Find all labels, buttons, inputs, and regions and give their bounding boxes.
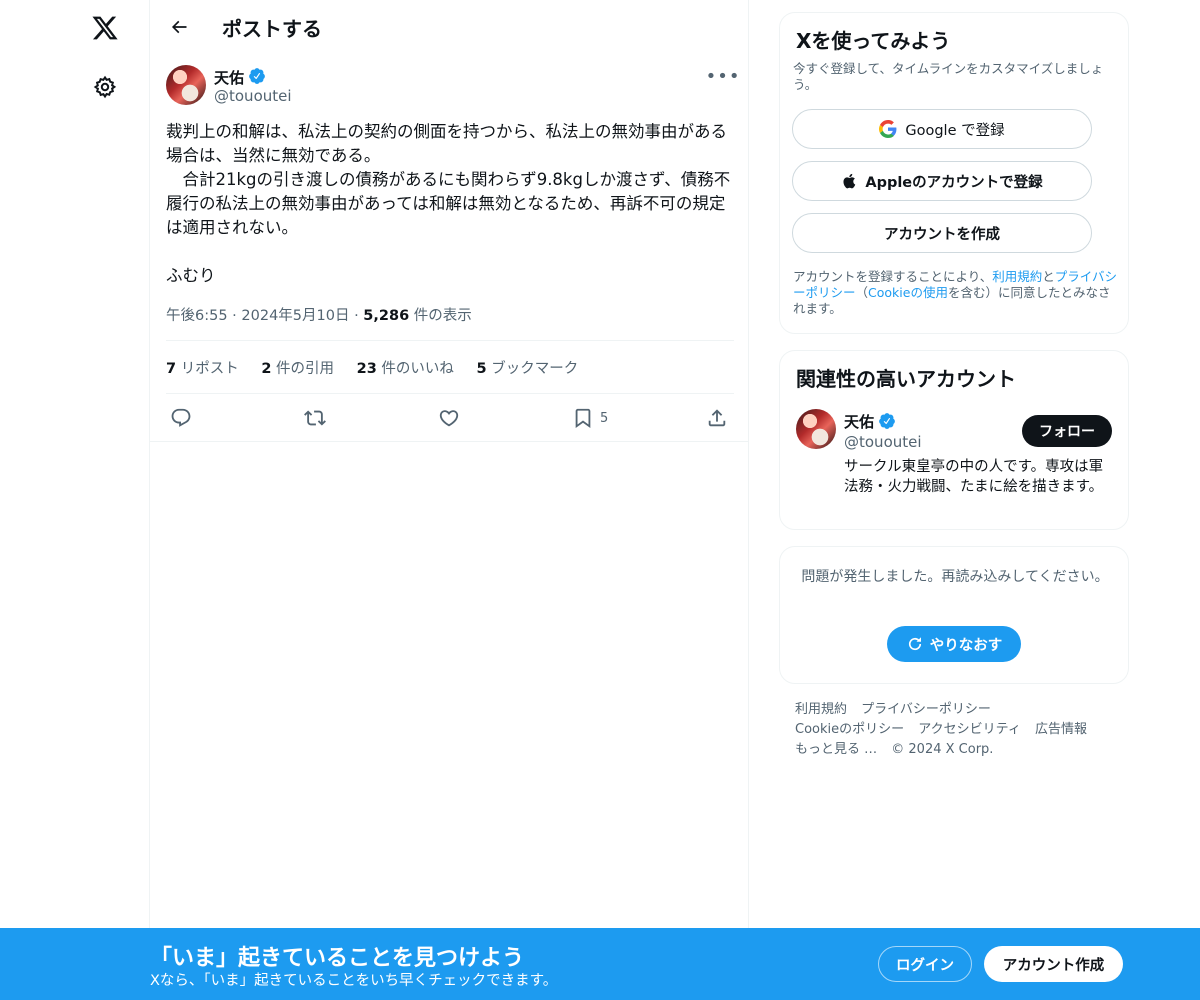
divider — [150, 441, 749, 442]
left-navigation — [0, 0, 150, 1000]
bookmark-icon[interactable]: 5 — [572, 402, 608, 434]
divider — [166, 340, 734, 341]
views-count: 5,286 — [363, 308, 410, 324]
signup-button[interactable]: アカウント作成 — [984, 946, 1123, 982]
bookmark-action-count: 5 — [600, 410, 609, 426]
login-button[interactable]: ログイン — [878, 946, 972, 982]
related-accounts-card: 関連性の高いアカウント 天佑 @tououtei フォロー サークル東皇亭の中の… — [779, 350, 1129, 530]
bookmarks-stat[interactable]: 5 ブックマーク — [477, 361, 579, 377]
footer-cookie-link[interactable]: Cookieのポリシー — [795, 722, 904, 737]
cookie-link[interactable]: Cookieの使用 — [868, 285, 948, 300]
post-header: ポストする — [150, 0, 749, 53]
footer-ads-link[interactable]: 広告情報 — [1035, 722, 1087, 737]
page-title: ポストする — [222, 17, 322, 41]
apple-signup-button[interactable]: Appleのアカウントで登録 — [792, 161, 1092, 201]
related-account-handle[interactable]: @tououtei — [844, 433, 922, 451]
footer-links: 利用規約 プライバシーポリシー Cookieのポリシー アクセシビリティ 広告情… — [795, 700, 1115, 760]
apple-icon — [843, 173, 856, 189]
banner-title: 「いま」起きていることを見つけよう — [150, 946, 525, 971]
legal-text: アカウントを登録することにより、利用規約とプライバシーポリシー（Cookieの使… — [793, 269, 1118, 316]
tweet-text: 裁判上の和解は、私法上の契約の側面を持つから、私法上の無効事由がある場合は、当然… — [166, 122, 731, 285]
meta-separator: · — [232, 308, 237, 324]
tweet-stats: 7 リポスト 2 件の引用 23 件のいいね 5 ブックマーク — [166, 357, 596, 378]
tweet-time[interactable]: 午後6:55 — [166, 308, 228, 324]
create-account-button[interactable]: アカウントを作成 — [792, 213, 1092, 253]
author-name[interactable]: 天佑 — [214, 67, 244, 88]
views-label: 件の表示 — [413, 308, 472, 324]
related-card-title: 関連性の高いアカウント — [796, 367, 1016, 391]
avatar[interactable] — [166, 65, 206, 105]
tweet-author-row: 天佑 @tououtei ••• — [166, 64, 739, 108]
share-icon[interactable] — [706, 402, 728, 434]
signup-card: Xを使ってみよう 今すぐ登録して、タイムラインをカスタマイズしましょう。 Goo… — [779, 12, 1129, 334]
apple-signup-label: Appleのアカウントで登録 — [865, 174, 1043, 191]
footer-accessibility-link[interactable]: アクセシビリティ — [918, 722, 1021, 737]
like-icon[interactable] — [438, 402, 460, 434]
divider — [166, 393, 734, 394]
meta-separator: · — [354, 308, 359, 324]
quotes-stat[interactable]: 2 件の引用 — [261, 361, 334, 377]
tweet-meta: 午後6:55 · 2024年5月10日 · 5,286 件の表示 — [166, 304, 472, 325]
x-logo-icon[interactable] — [84, 7, 126, 49]
footer-terms-link[interactable]: 利用規約 — [795, 702, 847, 717]
signup-card-title: Xを使ってみよう — [796, 29, 951, 53]
error-card: 問題が発生しました。再読み込みしてください。 やりなおす — [779, 546, 1129, 684]
tweet-actions: 5 — [166, 402, 734, 434]
google-signup-button[interactable]: Google で登録 — [792, 109, 1092, 149]
footer-privacy-link[interactable]: プライバシーポリシー — [861, 702, 991, 717]
tweet-date[interactable]: 2024年5月10日 — [241, 308, 349, 324]
google-signup-label: Google で登録 — [905, 122, 1005, 139]
main-column: ポストする 天佑 @tououtei ••• 裁判上の和解は、私法上の契約の側面… — [150, 0, 749, 930]
refresh-icon — [908, 637, 921, 651]
follow-button[interactable]: フォロー — [1022, 415, 1112, 447]
related-account-name[interactable]: 天佑 — [844, 411, 874, 432]
likes-stat[interactable]: 23 件のいいね — [357, 361, 454, 377]
retry-button[interactable]: やりなおす — [887, 626, 1021, 662]
more-icon[interactable]: ••• — [706, 64, 740, 88]
reposts-stat[interactable]: 7 リポスト — [166, 361, 239, 377]
related-account-bio: サークル東皇亭の中の人です。専攻は軍法務・火力戦闘、たまに絵を描きます。 — [844, 459, 1104, 495]
retry-label: やりなおす — [929, 637, 1003, 654]
verified-icon — [879, 413, 895, 429]
reply-icon[interactable] — [170, 402, 192, 434]
banner-subtitle: Xなら、「いま」起きていることをいち早くチェックできます。 — [150, 973, 558, 989]
terms-link[interactable]: 利用規約 — [992, 269, 1042, 284]
signup-card-subtitle: 今すぐ登録して、タイムラインをカスタマイズしましょう。 — [793, 61, 1104, 92]
repost-icon[interactable] — [304, 402, 326, 434]
author-handle[interactable]: @tououtei — [214, 87, 292, 105]
error-message: 問題が発生しました。再読み込みしてください。 — [801, 569, 1109, 585]
avatar[interactable] — [796, 409, 836, 449]
back-arrow-icon[interactable] — [162, 10, 196, 44]
google-icon — [879, 120, 897, 138]
footer-copyright: © 2024 X Corp. — [891, 742, 994, 757]
gear-icon[interactable] — [84, 66, 126, 108]
signup-banner: 「いま」起きていることを見つけよう Xなら、「いま」起きていることをいち早くチェ… — [0, 928, 1200, 1000]
verified-icon — [249, 68, 265, 84]
footer-more-link[interactable]: もっと見る … — [795, 742, 877, 757]
